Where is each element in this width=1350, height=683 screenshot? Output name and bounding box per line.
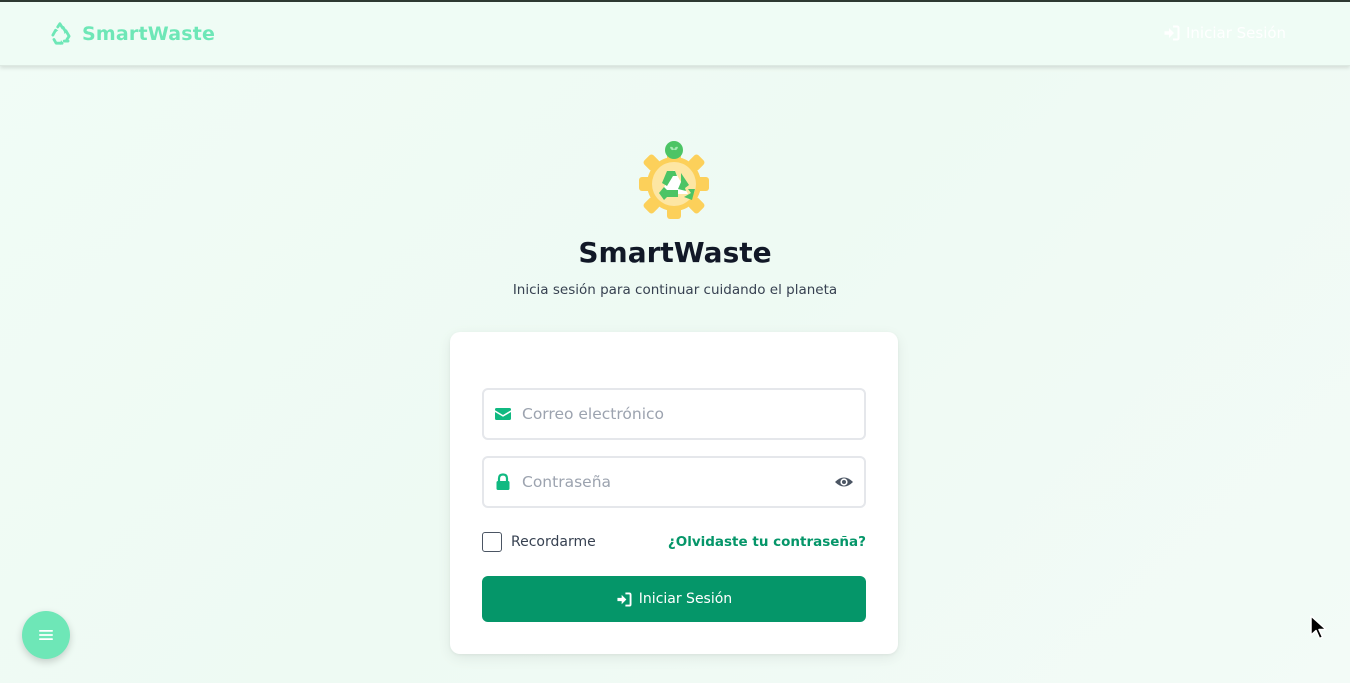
login-button-label: Iniciar Sesión bbox=[638, 591, 733, 607]
page-title: SmartWaste bbox=[578, 236, 772, 269]
login-card: Recordarme ¿Olvidaste tu contraseña? Ini… bbox=[450, 332, 898, 654]
remember-checkbox[interactable] bbox=[482, 532, 502, 552]
nav-login-label: Iniciar Sesión bbox=[1186, 24, 1287, 42]
envelope-icon bbox=[495, 408, 511, 420]
navbar: SmartWaste Iniciar Sesión bbox=[0, 2, 1350, 66]
nav-login-link[interactable]: Iniciar Sesión bbox=[1163, 24, 1286, 42]
login-button[interactable]: Iniciar Sesión bbox=[482, 576, 866, 622]
page-subtitle: Inicia sesión para continuar cuidando el… bbox=[512, 282, 838, 298]
remember-label: Recordarme bbox=[511, 534, 596, 550]
eye-icon[interactable] bbox=[834, 473, 854, 491]
recycle-gear-logo bbox=[639, 141, 709, 219]
menu-fab-button[interactable] bbox=[22, 611, 70, 659]
lock-icon bbox=[496, 473, 510, 490]
mouse-cursor-icon bbox=[1310, 615, 1327, 640]
password-input[interactable] bbox=[522, 458, 822, 506]
menu-icon bbox=[39, 630, 53, 640]
brand-link[interactable]: SmartWaste bbox=[48, 21, 215, 47]
brand-name: SmartWaste bbox=[82, 23, 216, 45]
password-field bbox=[482, 456, 866, 508]
recycle-icon bbox=[51, 22, 71, 45]
forgot-password-link[interactable]: ¿Olvidaste tu contraseña? bbox=[668, 534, 866, 550]
remember-me[interactable]: Recordarme bbox=[482, 532, 596, 552]
sign-in-icon bbox=[1164, 25, 1180, 41]
sign-in-icon bbox=[617, 591, 632, 607]
email-field bbox=[482, 388, 866, 440]
email-input[interactable] bbox=[522, 390, 822, 438]
